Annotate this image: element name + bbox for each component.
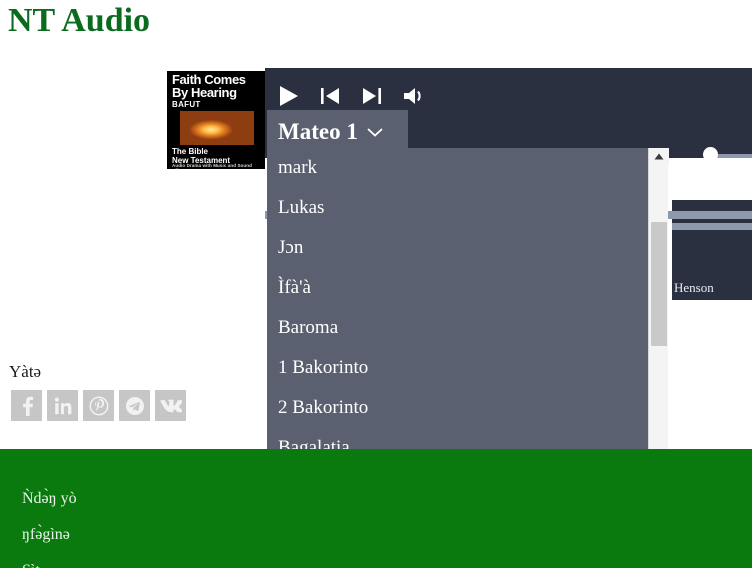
album-art-language: BAFUT [172, 100, 201, 109]
album-art: Faith Comes By Hearing BAFUT The Bible N… [167, 71, 265, 169]
chapter-dropdown-item[interactable]: Jɔn [267, 228, 667, 268]
volume-icon[interactable] [399, 81, 429, 111]
play-button[interactable] [273, 81, 303, 111]
album-art-credits: Audio Drama with Music and Sound Effects [172, 163, 252, 169]
footer-item-1[interactable]: ŋfə̀gìnə [22, 526, 70, 544]
facebook-icon[interactable] [11, 390, 42, 421]
next-track-button[interactable] [357, 81, 387, 111]
vk-icon[interactable] [155, 390, 186, 421]
pinterest-icon[interactable] [83, 390, 114, 421]
chapter-dropdown-item[interactable]: 2 Bakorinto [267, 388, 667, 428]
chapter-dropdown-selected-label: Mateo 1 [278, 119, 358, 144]
volume-slider-knob[interactable] [703, 147, 718, 162]
volume-slider[interactable] [703, 147, 752, 162]
album-art-ministry-line2: By Hearing [172, 85, 237, 100]
chevron-down-icon [366, 126, 384, 138]
player-controls [273, 78, 429, 114]
secondary-progress-bar[interactable] [672, 223, 752, 230]
linkedin-icon[interactable] [47, 390, 78, 421]
social-share-row [11, 390, 186, 421]
album-art-sunset-image [180, 111, 254, 145]
chapter-dropdown-item[interactable]: Baroma [267, 308, 667, 348]
page-title: NT Audio [8, 2, 151, 39]
share-label: Yàtə [9, 362, 42, 381]
footer-item-2[interactable]: Sìt [22, 562, 40, 568]
page-root: NT Audio Henson Faith Comes By Hearing B… [0, 0, 752, 568]
secondary-panel-label: Henson [674, 280, 714, 295]
site-footer: Ǹdə̀ŋ yò ŋfə̀gìnə Sìt [0, 449, 752, 568]
chapter-dropdown-item[interactable]: Lukas [267, 188, 667, 228]
album-art-ministry-title: Faith Comes By Hearing [172, 73, 246, 99]
triangle-up-icon[interactable] [649, 148, 669, 165]
previous-track-button[interactable] [315, 81, 345, 111]
telegram-icon[interactable] [119, 390, 150, 421]
footer-item-0[interactable]: Ǹdə̀ŋ yò [22, 490, 77, 508]
scrollbar-thumb[interactable] [651, 222, 667, 346]
chapter-dropdown-item[interactable]: Ìfà'à [267, 268, 667, 308]
chapter-dropdown-item[interactable]: mark [267, 148, 667, 188]
chapter-dropdown-item[interactable]: 1 Bakorinto [267, 348, 667, 388]
